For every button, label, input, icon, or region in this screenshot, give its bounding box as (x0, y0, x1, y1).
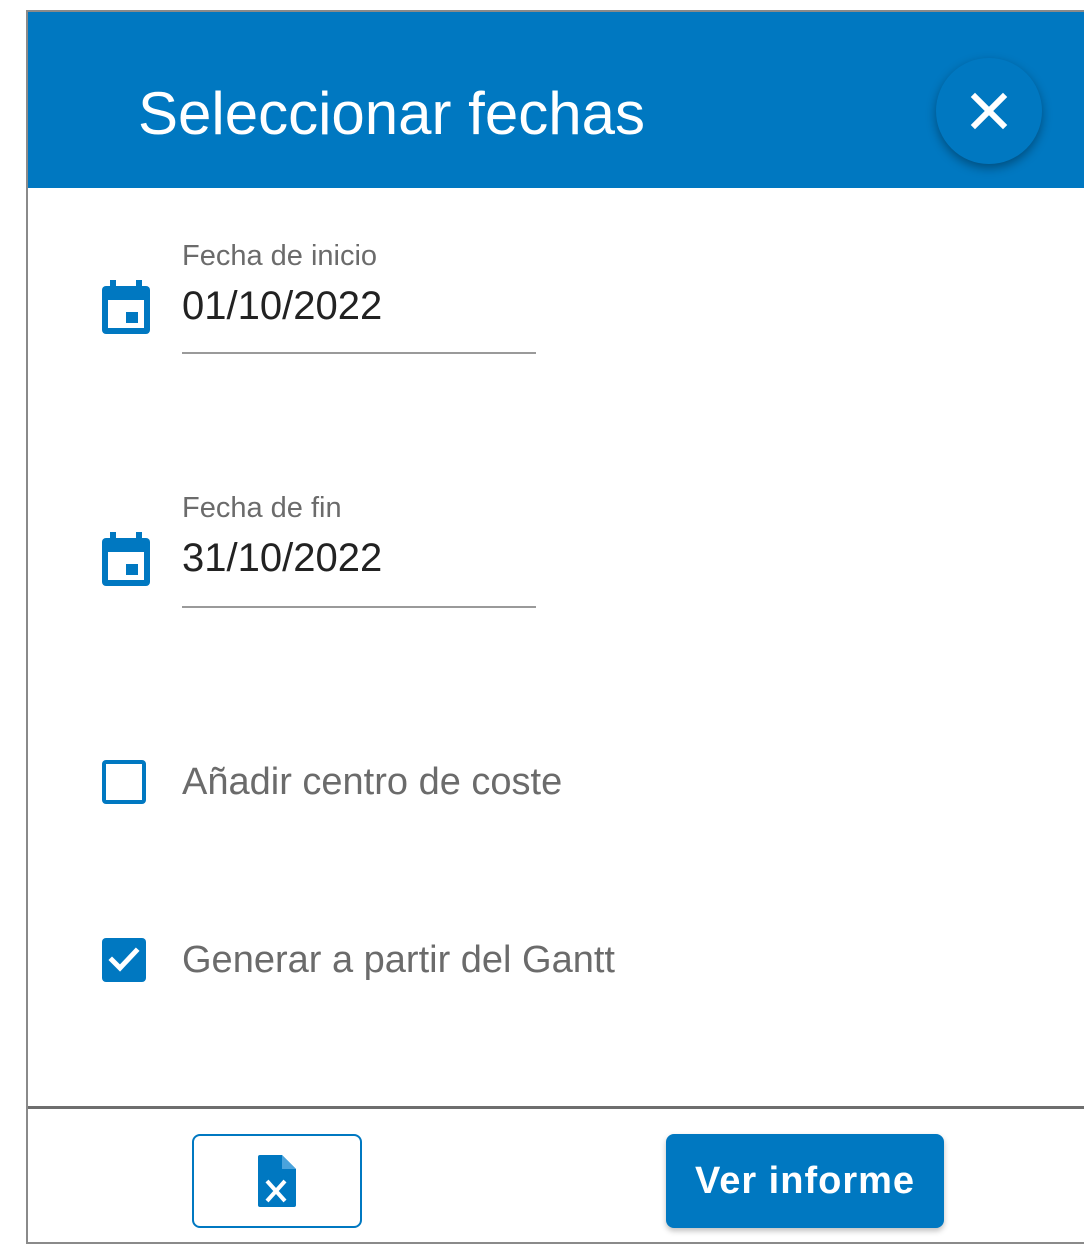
gantt-label: Generar a partir del Gantt (182, 938, 615, 981)
calendar-icon[interactable] (100, 280, 152, 336)
cost-center-label: Añadir centro de coste (182, 760, 563, 803)
start-date-underline (182, 352, 536, 354)
checkmark-icon (108, 947, 140, 972)
export-excel-button[interactable] (192, 1134, 362, 1228)
end-date-underline (182, 606, 536, 608)
start-date-field[interactable]: Fecha de inicio 01/10/2022 (100, 240, 540, 360)
end-date-field[interactable]: Fecha de fin 31/10/2022 (100, 492, 540, 612)
footer-divider (28, 1106, 1084, 1109)
close-icon (970, 92, 1008, 130)
calendar-icon[interactable] (100, 532, 152, 588)
gantt-checkbox[interactable] (102, 938, 146, 982)
dialog-title: Seleccionar fechas (138, 80, 645, 147)
cost-center-checkbox[interactable] (102, 760, 146, 804)
end-date-label: Fecha de fin (182, 492, 342, 524)
start-date-label: Fecha de inicio (182, 240, 378, 272)
gantt-option[interactable]: Generar a partir del Gantt (102, 932, 615, 988)
excel-file-icon (258, 1155, 296, 1207)
start-date-input[interactable]: 01/10/2022 (182, 284, 382, 329)
end-date-input[interactable]: 31/10/2022 (182, 536, 382, 581)
close-button[interactable] (936, 58, 1042, 164)
view-report-button[interactable]: Ver informe (666, 1134, 944, 1228)
dialog-header: Seleccionar fechas (28, 12, 1084, 188)
cost-center-option[interactable]: Añadir centro de coste (102, 754, 562, 810)
select-dates-dialog: Seleccionar fechas Fecha de inicio 01/10… (26, 10, 1084, 1244)
